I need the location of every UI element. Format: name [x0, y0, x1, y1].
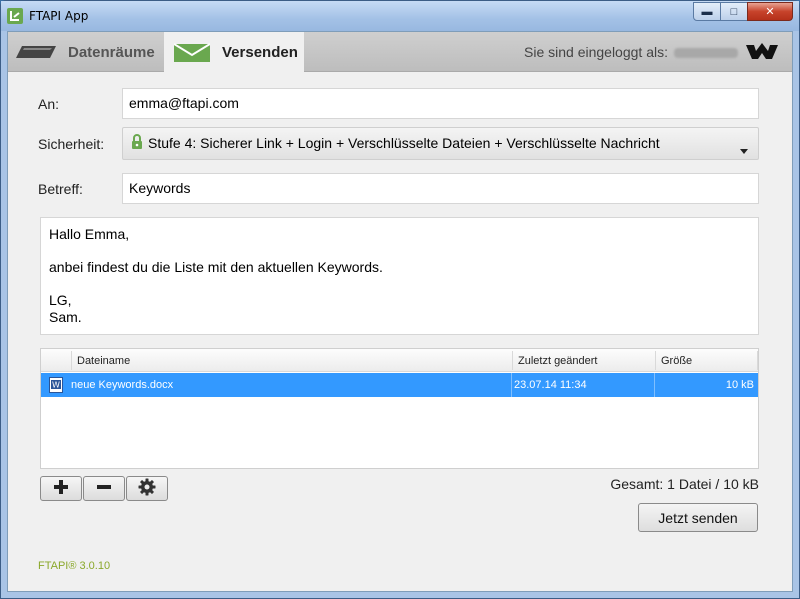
svg-text:W: W [52, 381, 60, 390]
maximize-icon: □ [730, 5, 738, 18]
plus-icon [53, 479, 69, 498]
table-header: Dateiname Zuletzt geändert Größe [41, 349, 758, 372]
message-body[interactable]: Hallo Emma, anbei findest du die Liste m… [40, 217, 759, 335]
word-document-icon: W [49, 377, 63, 396]
username-blurred [674, 48, 738, 59]
chevron-down-icon [740, 141, 748, 157]
add-file-button[interactable] [40, 476, 82, 501]
subject-field[interactable]: Keywords [122, 173, 759, 204]
column-header-modified[interactable]: Zuletzt geändert [518, 355, 598, 367]
ftapi-logo-icon[interactable] [746, 41, 778, 66]
tab-datenraeume[interactable]: Datenräume [16, 32, 155, 72]
message-line: LG, [49, 292, 72, 308]
table-row[interactable]: W neue Keywords.docx 23.07.14 11:34 10 k… [41, 373, 758, 397]
message-line: anbei findest du die Liste mit den aktue… [49, 259, 383, 275]
remove-file-button[interactable] [83, 476, 125, 501]
close-icon: ✕ [765, 6, 775, 18]
lock-icon [131, 134, 143, 159]
envelope-icon [174, 42, 210, 63]
send-button[interactable]: Jetzt senden [638, 503, 758, 532]
to-label: An: [38, 96, 60, 112]
file-size: 10 kB [725, 379, 754, 391]
login-status: Sie sind eingeloggt als: [524, 44, 738, 60]
message-line: Hallo Emma, [49, 226, 130, 242]
summary-text: Gesamt: 1 Datei / 10 kB [610, 476, 759, 492]
app-icon [7, 8, 23, 24]
security-value: Stufe 4: Sicherer Link + Login + Verschl… [148, 135, 660, 151]
close-button[interactable]: ✕ [747, 2, 793, 21]
minimize-icon: ▬ [701, 5, 713, 18]
file-modified: 23.07.14 11:34 [514, 379, 587, 391]
tab-versenden[interactable]: Versenden [164, 32, 304, 73]
title-bar[interactable]: FTAPI App ▬ □ ✕ [1, 1, 799, 31]
window-title: FTAPI App [29, 9, 89, 23]
file-name: neue Keywords.docx [71, 379, 174, 391]
gear-icon [138, 478, 156, 499]
column-header-name[interactable]: Dateiname [77, 355, 130, 367]
tab-label: Versenden [222, 44, 298, 61]
app-window: FTAPI App ▬ □ ✕ Datenräume Versenden Sie… [0, 0, 800, 599]
version-label: FTAPI® 3.0.10 [38, 560, 111, 572]
minimize-button[interactable]: ▬ [693, 2, 721, 21]
maximize-button[interactable]: □ [720, 2, 748, 21]
security-select[interactable]: Stufe 4: Sicherer Link + Login + Verschl… [122, 127, 759, 160]
login-label: Sie sind eingeloggt als: [524, 44, 668, 60]
column-header-size[interactable]: Größe [661, 355, 692, 367]
client-area: Datenräume Versenden Sie sind eingeloggt… [7, 31, 793, 592]
minus-icon [96, 479, 112, 498]
to-field[interactable]: emma@ftapi.com [122, 88, 759, 119]
file-table[interactable]: Dateiname Zuletzt geändert Größe W neue … [40, 348, 759, 469]
tab-bar: Datenräume Versenden Sie sind eingeloggt… [8, 32, 792, 73]
security-label: Sicherheit: [38, 136, 105, 152]
message-line: Sam. [49, 309, 82, 325]
folder-icon [16, 44, 56, 60]
tab-label: Datenräume [68, 43, 155, 61]
settings-button[interactable] [126, 476, 168, 501]
subject-label: Betreff: [38, 181, 83, 197]
